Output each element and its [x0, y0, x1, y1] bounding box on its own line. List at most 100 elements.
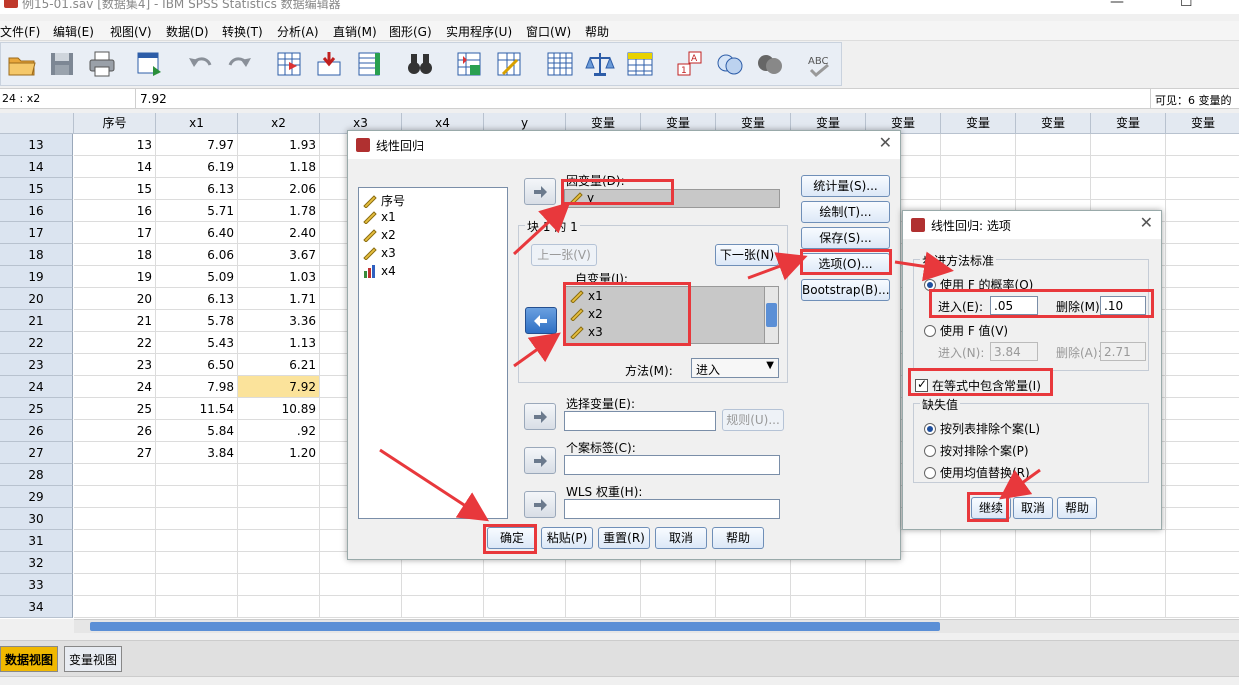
- options-button[interactable]: 选项(O)...: [801, 253, 890, 275]
- data-cell[interactable]: [484, 596, 566, 618]
- source-variable-list[interactable]: 序号 x1 x2 x3 x4: [358, 187, 508, 519]
- column-header[interactable]: 变量: [1016, 113, 1091, 134]
- data-cell[interactable]: 27: [74, 442, 156, 464]
- data-cell[interactable]: 24: [74, 376, 156, 398]
- use-sets-icon[interactable]: [713, 48, 747, 80]
- data-cell[interactable]: [791, 596, 866, 618]
- print-icon[interactable]: [85, 48, 119, 80]
- menu-analyze[interactable]: 分析(A): [277, 23, 319, 40]
- reset-button[interactable]: 重置(R): [598, 527, 650, 549]
- data-cell[interactable]: 1.71: [238, 288, 320, 310]
- value-labels-icon[interactable]: A1: [673, 48, 707, 80]
- minimize-icon[interactable]: —: [1110, 0, 1124, 10]
- data-cell[interactable]: [1091, 574, 1166, 596]
- rule-button[interactable]: 规则(U)...: [722, 409, 784, 431]
- data-cell[interactable]: [156, 486, 238, 508]
- menu-utilities[interactable]: 实用程序(U): [446, 23, 512, 40]
- independent-variable-item[interactable]: x2: [570, 307, 603, 322]
- data-cell[interactable]: [74, 530, 156, 552]
- data-cell[interactable]: [866, 596, 941, 618]
- data-cell[interactable]: [156, 530, 238, 552]
- split-file-icon[interactable]: [543, 48, 577, 80]
- data-cell[interactable]: [1016, 178, 1091, 200]
- row-number[interactable]: 20: [0, 288, 73, 310]
- data-cell[interactable]: 14: [74, 156, 156, 178]
- data-cell[interactable]: [866, 574, 941, 596]
- maximize-icon[interactable]: ☐: [1180, 0, 1193, 10]
- data-cell[interactable]: 5.78: [156, 310, 238, 332]
- data-cell[interactable]: 20: [74, 288, 156, 310]
- scrollbar-thumb[interactable]: [90, 622, 940, 631]
- data-cell[interactable]: 1.03: [238, 266, 320, 288]
- horizontal-scrollbar[interactable]: [74, 619, 1239, 633]
- recall-dialog-icon[interactable]: [133, 48, 167, 80]
- data-cell[interactable]: 7.92: [238, 376, 320, 398]
- column-header[interactable]: 序号: [74, 113, 156, 134]
- move-to-dependent-button[interactable]: [524, 178, 556, 205]
- previous-block-button[interactable]: 上一张(V): [531, 244, 597, 266]
- include-constant-checkbox[interactable]: [915, 377, 928, 392]
- data-cell[interactable]: 1.18: [238, 156, 320, 178]
- data-cell[interactable]: 6.50: [156, 354, 238, 376]
- select-cases-icon[interactable]: [623, 48, 657, 80]
- data-cell[interactable]: [941, 134, 1016, 156]
- data-cell[interactable]: [1166, 596, 1239, 618]
- data-cell[interactable]: 21: [74, 310, 156, 332]
- row-number[interactable]: 26: [0, 420, 73, 442]
- source-variable-item[interactable]: x4: [363, 264, 396, 278]
- case-labels-field[interactable]: [564, 455, 780, 475]
- removal-f-input[interactable]: 2.71: [1100, 342, 1146, 361]
- data-cell[interactable]: [1091, 552, 1166, 574]
- data-cell[interactable]: [941, 574, 1016, 596]
- removal-prob-input[interactable]: .10: [1100, 296, 1146, 315]
- options-help-button[interactable]: 帮助: [1057, 497, 1097, 519]
- data-cell[interactable]: [238, 596, 320, 618]
- data-cell[interactable]: [1166, 156, 1239, 178]
- entry-f-input[interactable]: 3.84: [990, 342, 1038, 361]
- data-cell[interactable]: [1091, 156, 1166, 178]
- data-cell[interactable]: [74, 464, 156, 486]
- save-icon[interactable]: [45, 48, 79, 80]
- data-cell[interactable]: [1166, 134, 1239, 156]
- data-cell[interactable]: [1166, 398, 1239, 420]
- insert-variable-icon[interactable]: [493, 48, 527, 80]
- data-cell[interactable]: 11.54: [156, 398, 238, 420]
- entry-prob-input[interactable]: .05: [990, 296, 1038, 315]
- data-cell[interactable]: [402, 596, 484, 618]
- data-cell[interactable]: 15: [74, 178, 156, 200]
- dependent-variable[interactable]: y: [569, 191, 594, 206]
- independent-variable-item[interactable]: x3: [570, 325, 603, 340]
- data-cell[interactable]: [74, 508, 156, 530]
- data-cell[interactable]: [1016, 156, 1091, 178]
- data-cell[interactable]: [716, 596, 791, 618]
- row-number[interactable]: 29: [0, 486, 73, 508]
- data-cell[interactable]: 6.40: [156, 222, 238, 244]
- data-cell[interactable]: 17: [74, 222, 156, 244]
- independent-list-scrollbar[interactable]: [764, 287, 778, 343]
- data-cell[interactable]: 16: [74, 200, 156, 222]
- column-header[interactable]: x2: [238, 113, 320, 134]
- move-to-independent-button[interactable]: [525, 307, 557, 334]
- data-cell[interactable]: [1166, 442, 1239, 464]
- data-cell[interactable]: [1166, 376, 1239, 398]
- data-cell[interactable]: [1166, 552, 1239, 574]
- data-cell[interactable]: [1166, 288, 1239, 310]
- statistics-button[interactable]: 统计量(S)...: [801, 175, 890, 197]
- paste-button[interactable]: 粘贴(P): [541, 527, 593, 549]
- menu-window[interactable]: 窗口(W): [526, 23, 571, 40]
- use-probability-radio[interactable]: [924, 278, 936, 291]
- menu-data[interactable]: 数据(D): [166, 23, 209, 40]
- weight-cases-icon[interactable]: [583, 48, 617, 80]
- menu-transform[interactable]: 转换(T): [222, 23, 263, 40]
- menu-graphs[interactable]: 图形(G): [389, 23, 432, 40]
- close-icon[interactable]: ✕: [879, 133, 892, 152]
- menu-edit[interactable]: 编辑(E): [53, 23, 94, 40]
- data-cell[interactable]: [941, 552, 1016, 574]
- data-cell[interactable]: [941, 530, 1016, 552]
- insert-cases-icon[interactable]: [453, 48, 487, 80]
- spell-check-icon[interactable]: ABC: [803, 48, 837, 80]
- options-close-icon[interactable]: ✕: [1140, 213, 1153, 232]
- tab-data-view[interactable]: 数据视图: [0, 646, 59, 672]
- data-cell[interactable]: 3.67: [238, 244, 320, 266]
- source-variable-item[interactable]: 序号: [363, 192, 405, 209]
